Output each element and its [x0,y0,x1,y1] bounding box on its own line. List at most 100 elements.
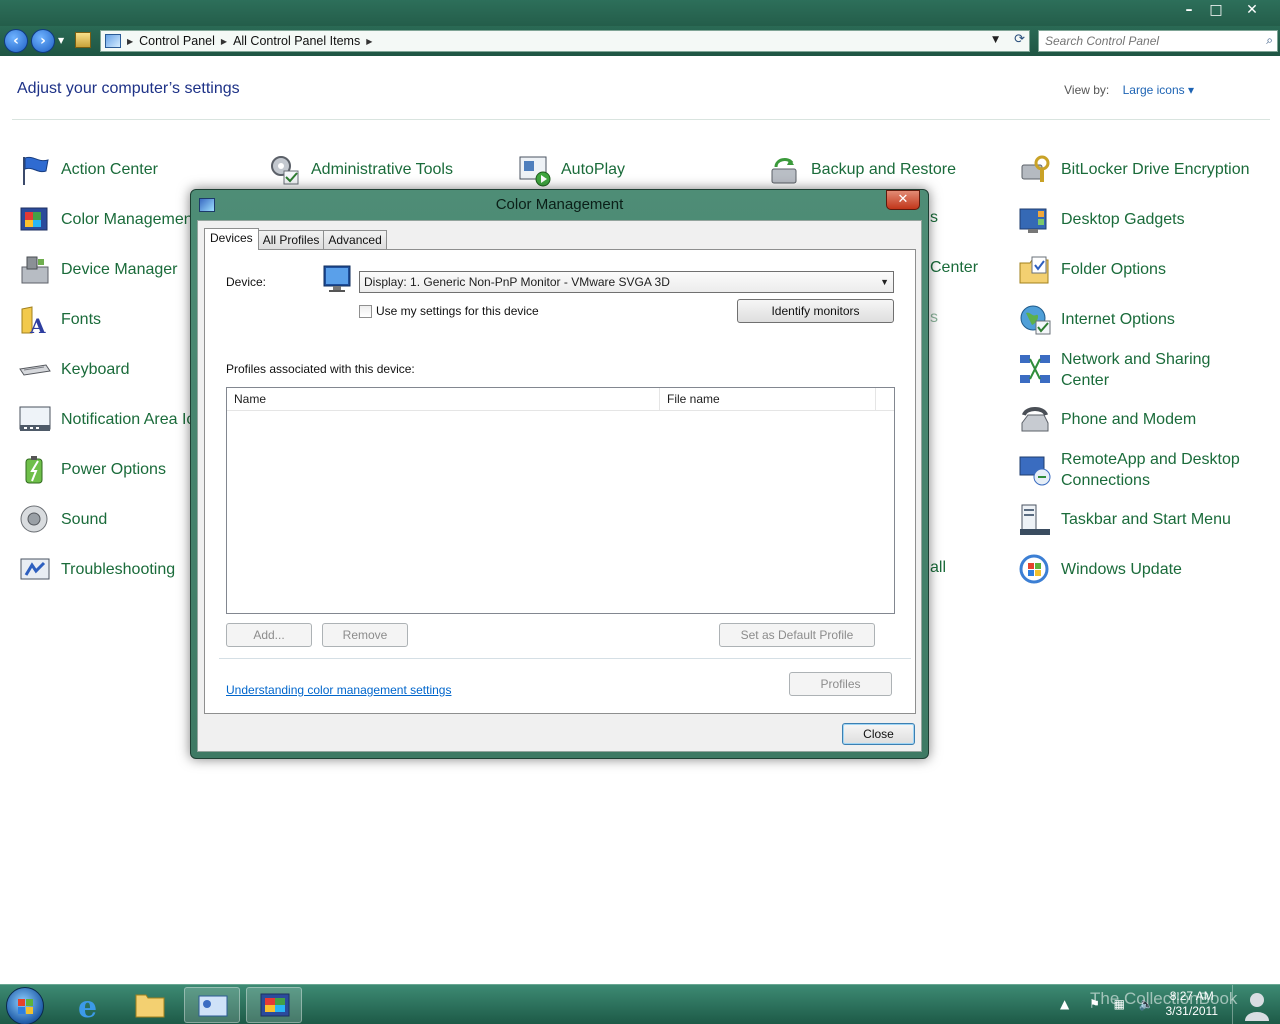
page-title: Adjust your computer’s settings [17,80,240,97]
separator [219,658,911,659]
cp-item-administrative-tools[interactable]: Administrative Tools [268,156,508,187]
cp-item-action-center[interactable]: Action Center [18,156,258,187]
chevron-down-icon[interactable]: ▼ [880,272,889,292]
clock[interactable]: 8:27 AM 3/31/2011 [1166,989,1219,1019]
tab-advanced[interactable]: Advanced [323,230,387,250]
color-icon [20,207,48,231]
keyboard-icon [19,364,51,376]
address-dropdown-icon[interactable]: ▼ [992,35,999,45]
taskbar-explorer[interactable] [122,987,178,1023]
show-desktop-button[interactable] [1232,985,1280,1024]
dialog-title: Color Management [495,196,624,213]
cp-item-internet-options[interactable]: Internet Options [1018,305,1278,337]
address-bar[interactable]: ▶ Control Panel ▶ All Control Panel Item… [100,30,1030,52]
column-file-name[interactable]: File name [660,388,876,411]
clock-date: 3/31/2011 [1165,1004,1219,1018]
search-input[interactable] [1039,31,1249,51]
header-divider [12,119,1270,120]
device-select[interactable]: Display: 1. Generic Non-PnP Monitor - VM… [359,271,894,293]
cp-item-phone-and-modem[interactable]: Phone and Modem [1018,407,1278,437]
help-link[interactable]: Understanding color management settings [226,683,451,697]
close-window-button[interactable]: ✕ [1238,0,1266,20]
profiles-label: Profiles associated with this device: [226,362,415,376]
cp-item-desktop-gadgets[interactable]: Desktop Gadgets [1018,208,1278,237]
remoteapp-icon [1019,456,1051,486]
dialog-body: Devices All Profiles Advanced Device: Di… [197,220,922,752]
tab-all-profiles[interactable]: All Profiles [257,230,325,250]
remove-profile-button[interactable]: Remove [322,623,408,647]
monitor-icon [323,265,351,292]
clock-time: 8:27 AM [1169,989,1214,1003]
search-icon[interactable]: ⌕ [1266,33,1273,48]
taskbar: e ▲ ⚑ ▦ 🔈 The CollectionBook 8:27 AM 3/3… [0,984,1280,1024]
devices-panel: Device: Display: 1. Generic Non-PnP Moni… [204,249,916,714]
cp-item-windows-update[interactable]: Windows Update [1018,554,1278,587]
set-default-profile-button[interactable]: Set as Default Profile [719,623,875,647]
identify-monitors-button[interactable]: Identify monitors [737,299,894,323]
view-by-dropdown[interactable]: Large icons ▾ [1123,83,1194,97]
breadcrumb-control-panel[interactable]: Control Panel [139,34,215,48]
flag-icon [23,156,49,185]
cp-item-bitlocker[interactable]: BitLocker Drive Encryption [1018,155,1278,187]
view-by: View by: Large icons ▾ [1064,83,1194,97]
device-label: Device: [226,275,267,289]
tab-devices[interactable]: Devices [204,228,259,250]
list-header: Name File name [227,388,894,411]
control-panel-icon [105,34,121,48]
cp-item-folder-options[interactable]: Folder Options [1018,256,1278,287]
minimize-button[interactable]: – [1175,0,1203,20]
close-button[interactable]: Close [842,723,915,745]
speaker-icon [20,505,48,533]
peek-fragment: Center [930,259,979,276]
recent-pages-dropdown-icon[interactable]: ▼ [58,36,64,45]
device-manager-icon [21,256,49,284]
start-button[interactable] [6,987,44,1024]
refresh-icon[interactable]: ⟳ [1014,32,1025,47]
show-hidden-icons-icon[interactable]: ▲ [1060,997,1069,1011]
svg-text:A: A [29,314,46,337]
windows-update-icon [1019,554,1049,584]
peek-fragment: s [930,209,938,226]
gadgets-icon [1019,208,1047,233]
use-my-settings-label[interactable]: Use my settings for this device [376,304,539,318]
autoplay-icon [519,156,551,187]
taskbar-control-panel[interactable] [184,987,240,1023]
taskbar-color-management[interactable] [246,987,302,1023]
dialog-close-icon[interactable]: ✕ [886,190,920,210]
control-panel-icon [198,995,228,1017]
cp-item-backup-and-restore[interactable]: Backup and Restore [768,158,1008,187]
chevron-right-icon[interactable]: ▶ [366,37,372,46]
windows-logo-icon [18,999,33,1014]
back-button[interactable]: ‹ [4,29,28,53]
add-profile-button[interactable]: Add... [226,623,312,647]
forward-button[interactable]: › [31,29,55,53]
chevron-right-icon[interactable]: ▶ [221,37,227,46]
taskbar-internet-explorer[interactable]: e [62,987,118,1024]
key-lock-icon [1021,155,1050,182]
peek-fragment: all [930,559,947,576]
use-my-settings-checkbox[interactable] [359,305,372,318]
maximize-button[interactable]: □ [1202,0,1230,20]
cp-item-remoteapp[interactable]: RemoteApp and Desktop Connections [1018,449,1278,491]
fonts-icon: A [21,306,46,337]
profiles-button[interactable]: Profiles [789,672,892,696]
up-folder-icon[interactable] [75,32,91,48]
taskbar-icon [1020,504,1050,535]
folder-icon [135,994,165,1018]
network-icon [1020,355,1050,383]
color-management-dialog: Color Management ✕ Devices All Profiles … [190,189,929,759]
device-select-value: Display: 1. Generic Non-PnP Monitor - VM… [364,275,670,289]
chevron-right-icon[interactable]: ▶ [127,37,133,46]
svg-text:e: e [78,990,97,1023]
globe-icon [1020,305,1051,335]
column-name[interactable]: Name [227,388,660,411]
cp-item-taskbar-and-start-menu[interactable]: Taskbar and Start Menu [1018,504,1278,537]
breadcrumb-all-items[interactable]: All Control Panel Items [233,34,360,48]
color-management-icon [260,993,290,1017]
cp-item-autoplay[interactable]: AutoPlay [518,156,758,187]
cp-item-network-and-sharing[interactable]: Network and Sharing Center [1018,349,1278,391]
profiles-list[interactable]: Name File name [226,387,895,614]
user-avatar-icon [1245,993,1269,1021]
troubleshoot-icon [20,558,50,580]
search-box[interactable]: ⌕ [1038,30,1278,52]
